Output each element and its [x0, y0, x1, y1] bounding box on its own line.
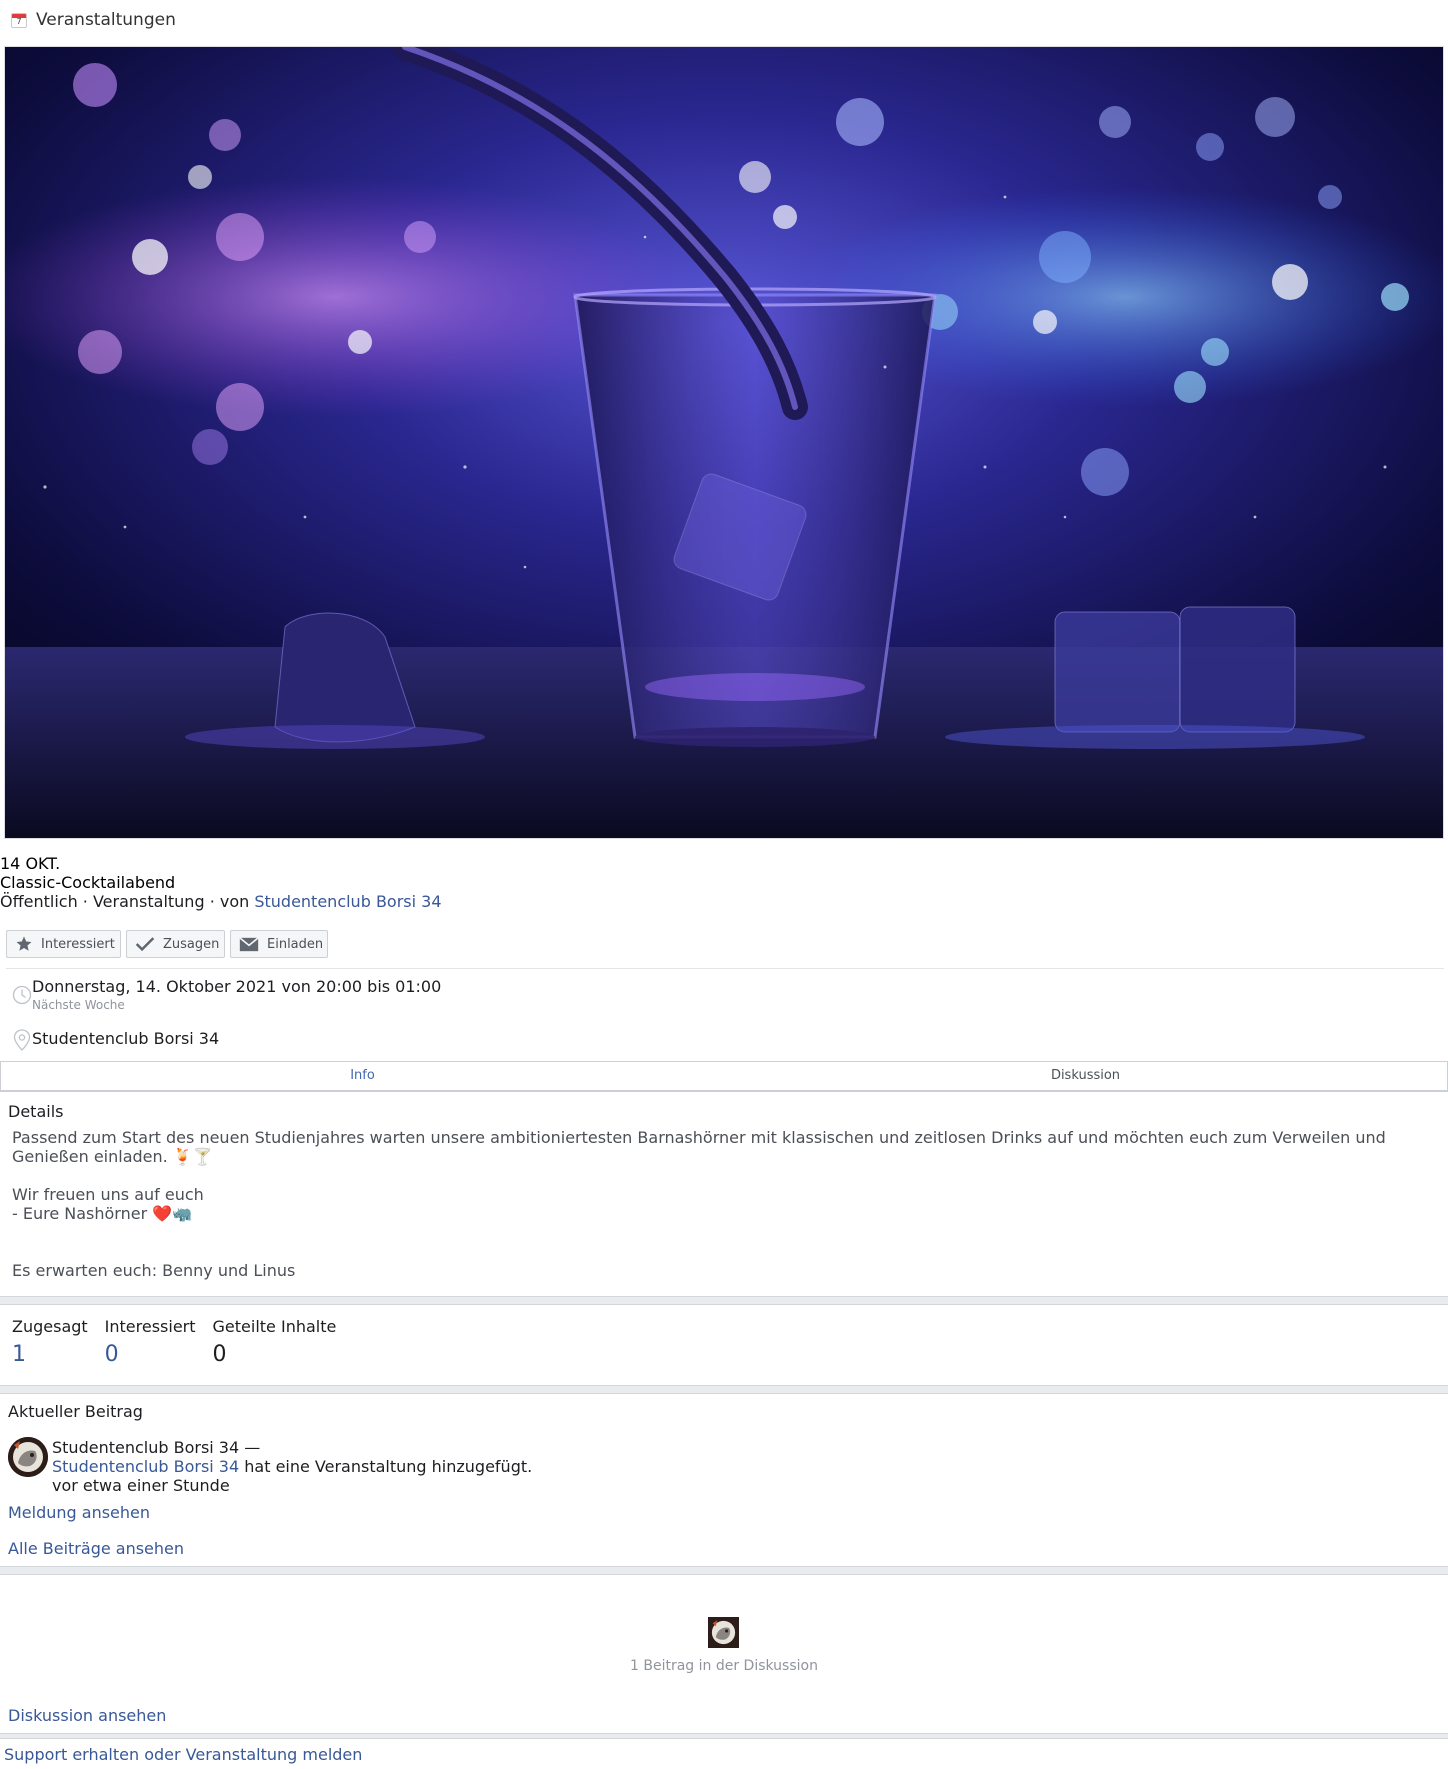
post-action-text: hat eine Veranstaltung hinzugefügt.: [239, 1457, 533, 1476]
tab-discussion[interactable]: Diskussion: [724, 1062, 1447, 1090]
top-bar: 7 Veranstaltungen: [0, 0, 1448, 42]
event-location: Studentenclub Borsi 34: [32, 1029, 220, 1048]
description-line: Wir freuen uns auf euch: [12, 1185, 204, 1204]
avatar[interactable]: [708, 1617, 739, 1648]
stat-going-value[interactable]: 1: [12, 1342, 88, 1367]
stat-interested-value[interactable]: 0: [105, 1342, 196, 1367]
description-line: Es erwarten euch: Benny und Linus: [12, 1261, 296, 1280]
event-relative-time: Nächste Woche: [32, 998, 125, 1012]
event-meta: Öffentlich · Veranstaltung · von Student…: [0, 892, 442, 911]
section-divider: [0, 1296, 1448, 1305]
avatar[interactable]: [8, 1437, 48, 1477]
event-actions: Interessiert Zusagen Einladen: [6, 930, 328, 958]
event-stats: Zugesagt 1 Interessiert 0 Geteilte Inhal…: [12, 1317, 353, 1367]
support-report-link[interactable]: Support erhalten oder Veranstaltung meld…: [4, 1745, 362, 1764]
details-heading: Details: [8, 1102, 64, 1121]
view-discussion-link[interactable]: Diskussion ansehen: [8, 1706, 166, 1725]
event-host-link[interactable]: Studentenclub Borsi 34: [254, 892, 441, 911]
event-cover-image[interactable]: [4, 46, 1444, 839]
stat-shared-value: 0: [212, 1342, 227, 1367]
interested-button[interactable]: Interessiert: [6, 930, 121, 958]
stat-going-label: Zugesagt: [12, 1317, 88, 1336]
calendar-icon: 7: [11, 13, 27, 28]
all-posts-link[interactable]: Alle Beiträge ansehen: [8, 1539, 184, 1558]
going-button[interactable]: Zusagen: [126, 930, 225, 958]
calendar-icon-number: 7: [16, 17, 22, 26]
invite-button[interactable]: Einladen: [230, 930, 328, 958]
post-actor-link[interactable]: Studentenclub Borsi 34: [52, 1457, 239, 1476]
event-datetime: Donnerstag, 14. Oktober 2021 von 20:00 b…: [32, 977, 442, 996]
event-title: Classic-Cocktailabend: [0, 873, 176, 892]
post-action: Studentenclub Borsi 34 hat eine Veransta…: [52, 1457, 532, 1476]
divider: [6, 968, 1444, 969]
description-line: - Eure Nashörner ❤️🦏: [12, 1204, 193, 1223]
location-pin-icon: [12, 1029, 32, 1055]
post-author: Studentenclub Borsi 34 —: [52, 1438, 261, 1457]
tab-info[interactable]: Info: [1, 1062, 724, 1090]
event-tabs: Info Diskussion: [0, 1061, 1448, 1092]
interested-label: Interessiert: [41, 936, 115, 952]
post-time: vor etwa einer Stunde: [52, 1476, 230, 1495]
stat-shared: Geteilte Inhalte 0: [213, 1317, 337, 1367]
star-icon: [15, 935, 33, 953]
going-label: Zusagen: [163, 936, 220, 952]
stat-interested-label: Interessiert: [104, 1317, 196, 1336]
stat-shared-label: Geteilte Inhalte: [212, 1317, 337, 1336]
stat-interested[interactable]: Interessiert 0: [105, 1317, 196, 1367]
clock-icon: [12, 985, 32, 1009]
page-title[interactable]: Veranstaltungen: [36, 10, 176, 30]
stat-going[interactable]: Zugesagt 1: [12, 1317, 88, 1367]
invite-label: Einladen: [267, 936, 324, 952]
event-date: 14 OKT.: [0, 854, 61, 873]
event-description: Passend zum Start des neuen Studienjahre…: [12, 1128, 1432, 1280]
section-divider: [0, 1566, 1448, 1575]
event-meta-text: Öffentlich · Veranstaltung · von: [0, 892, 255, 911]
section-divider: [0, 1385, 1448, 1394]
view-post-link[interactable]: Meldung ansehen: [8, 1503, 150, 1522]
description-line: Passend zum Start des neuen Studienjahre…: [12, 1128, 1386, 1147]
discussion-count: 1 Beitrag in der Diskussion: [630, 1658, 818, 1674]
section-divider: [0, 1733, 1448, 1739]
description-line: Genießen einladen. 🍹🍸: [12, 1147, 213, 1166]
envelope-icon: [239, 935, 259, 953]
recent-post-heading: Aktueller Beitrag: [8, 1402, 143, 1421]
checkmark-icon: [135, 935, 155, 953]
